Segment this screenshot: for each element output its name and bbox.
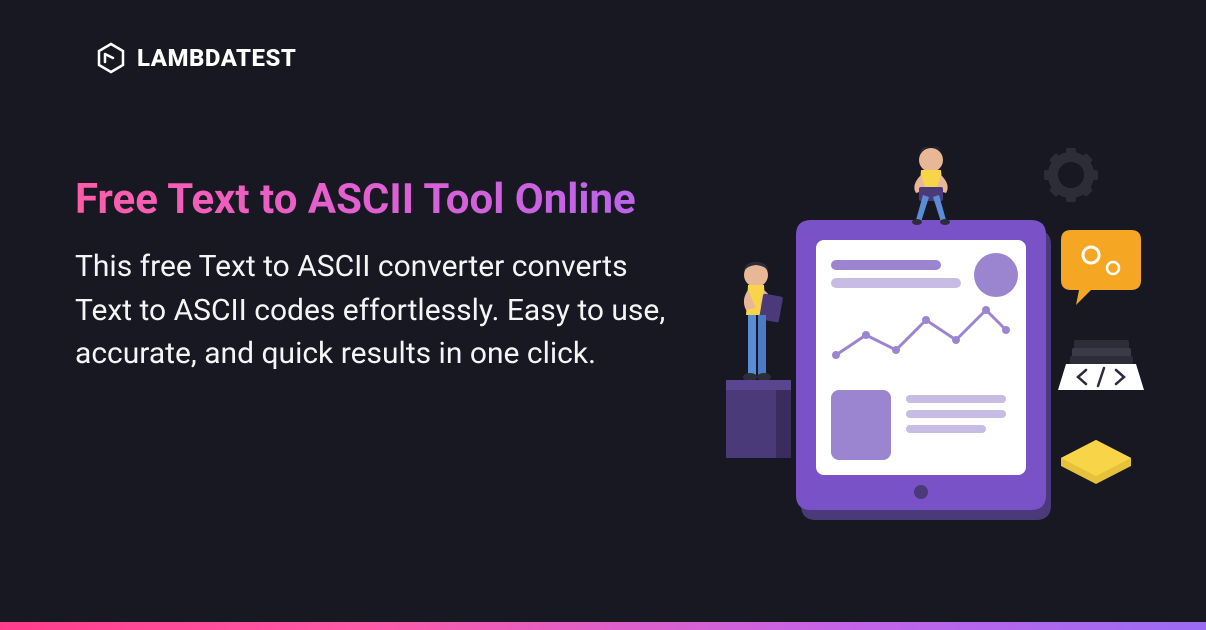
accent-bar xyxy=(0,622,1206,630)
hero-illustration xyxy=(656,130,1156,550)
page-description: This free Text to ASCII converter conver… xyxy=(75,245,675,376)
code-stack-icon xyxy=(1058,340,1144,390)
tile-icon xyxy=(1061,440,1131,484)
logo-text: LAMBDATEST xyxy=(137,44,296,72)
person-standing-icon xyxy=(743,262,783,381)
person-sitting-icon xyxy=(912,147,950,225)
logo-container: LAMBDATEST xyxy=(95,42,296,74)
settings-bubble-icon xyxy=(1061,230,1141,305)
page-title: Free Text to ASCII Tool Online xyxy=(75,175,675,225)
hero-content: Free Text to ASCII Tool Online This free… xyxy=(75,175,675,376)
lambdatest-logo-icon xyxy=(95,42,127,74)
pedestal-icon xyxy=(726,380,791,458)
gear-icon xyxy=(1044,148,1098,202)
